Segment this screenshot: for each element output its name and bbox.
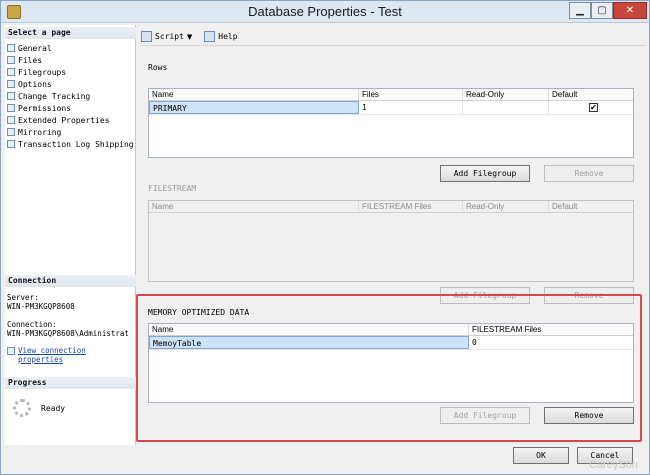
nav-item-change-tracking[interactable]: Change Tracking (7, 90, 136, 102)
nav-item-label: Filegroups (18, 67, 67, 77)
nav-item-filegroups[interactable]: Filegroups (7, 66, 136, 78)
page-icon (7, 68, 15, 76)
connection-value: WIN-PM3KGQP8608\Administrat (7, 329, 129, 338)
select-page-heading: Select a page (5, 27, 136, 39)
watermark: CareySon (589, 459, 638, 471)
content-area: Rows Name Files Read-Only Default PRIMAR… (141, 51, 646, 441)
database-properties-window: Database Properties - Test ▁ ▢ ✕ Select … (0, 0, 650, 475)
page-icon (7, 104, 15, 112)
toolbar: Script ▼ Help (141, 28, 646, 46)
filestream-add-filegroup-button[interactable]: Add Filegroup (440, 287, 530, 304)
column-header: FILESTREAM Files (359, 201, 463, 212)
server-value: WIN-PM3KGQP8608 (7, 302, 75, 311)
filestream-section-label: FILESTREAM (148, 184, 197, 193)
nav-item-label: Permissions (18, 103, 71, 113)
column-header: Default (552, 90, 578, 99)
connection-properties-icon (7, 347, 15, 355)
minimize-button[interactable]: ▁ (569, 2, 591, 19)
memory-grid-header: Name FILESTREAM Files (149, 324, 633, 336)
rows-grid[interactable]: Name Files Read-Only Default PRIMARY 1 ✔ (148, 88, 634, 158)
nav-item-label: Files (18, 55, 43, 65)
nav-item-mirroring[interactable]: Mirroring (7, 126, 136, 138)
view-link-line2[interactable]: properties (18, 355, 86, 364)
filestream-grid[interactable]: Name FILESTREAM Files Read-Only Default (148, 200, 634, 282)
rows-grid-header: Name Files Read-Only Default (149, 89, 633, 101)
script-label: Script (155, 32, 184, 41)
nav-item-general[interactable]: General (7, 42, 136, 54)
progress-heading: Progress (5, 377, 136, 389)
column-header: Name (149, 201, 359, 212)
connection-info: Server: WIN-PM3KGQP8608 Connection: WIN-… (7, 293, 136, 364)
view-connection-properties-link[interactable]: View connection properties (7, 346, 136, 364)
default-cell[interactable]: ✔ (549, 101, 633, 114)
left-panel: Select a page General Files Filegroups O… (5, 25, 136, 445)
nav-item-label: Mirroring (18, 127, 62, 137)
table-row[interactable]: PRIMARY 1 ✔ (149, 101, 633, 115)
page-icon (7, 56, 15, 64)
nav-item-transaction-log-shipping[interactable]: Transaction Log Shipping (7, 138, 136, 150)
memory-remove-button[interactable]: Remove (544, 407, 634, 424)
column-header: FILESTREAM Files (472, 325, 542, 334)
page-icon (7, 140, 15, 148)
script-button[interactable]: Script ▼ (141, 31, 196, 42)
view-link-line1[interactable]: View connection (18, 346, 86, 355)
nav-item-label: Transaction Log Shipping (18, 139, 134, 149)
ok-button[interactable]: OK (513, 447, 569, 464)
memory-filegroup-name-cell[interactable]: MemoyTable (149, 336, 469, 349)
progress-status: Ready (41, 403, 66, 413)
memory-add-filegroup-button[interactable]: Add Filegroup (440, 407, 530, 424)
column-header: Default (552, 202, 578, 211)
filestream-grid-header: Name FILESTREAM Files Read-Only Default (149, 201, 633, 213)
column-header: Files (359, 89, 463, 100)
rows-remove-button[interactable]: Remove (544, 165, 634, 182)
page-icon (7, 128, 15, 136)
read-only-cell[interactable] (463, 101, 549, 114)
progress-status-row: Ready (13, 399, 65, 417)
nav-item-options[interactable]: Options (7, 78, 136, 90)
window-title: Database Properties - Test (248, 4, 402, 19)
page-icon (7, 92, 15, 100)
page-icon (7, 44, 15, 52)
progress-spinner-icon (13, 399, 31, 417)
rows-add-filegroup-button[interactable]: Add Filegroup (440, 165, 530, 182)
close-button[interactable]: ✕ (613, 2, 647, 19)
nav-item-label: Change Tracking (18, 91, 91, 101)
nav-item-extended-properties[interactable]: Extended Properties (7, 114, 136, 126)
help-icon (204, 31, 216, 42)
nav-item-label: Options (18, 79, 52, 89)
files-count-cell[interactable]: 1 (359, 101, 463, 114)
title-bar[interactable]: Database Properties - Test ▁ ▢ ✕ (1, 1, 649, 23)
table-row[interactable]: MemoyTable 0 (149, 336, 633, 350)
nav-item-label: General (18, 43, 52, 53)
help-button[interactable]: Help (204, 31, 238, 42)
memory-optimized-section-label: MEMORY OPTIMIZED DATA (148, 308, 250, 317)
page-icon (7, 80, 15, 88)
nav-item-files[interactable]: Files (7, 54, 136, 66)
column-header: Read-Only (463, 89, 549, 100)
column-header: Name (149, 324, 469, 335)
filestream-remove-button[interactable]: Remove (544, 287, 634, 304)
page-list: General Files Filegroups Options Change … (7, 42, 136, 150)
maximize-button[interactable]: ▢ (591, 2, 613, 19)
connection-heading: Connection (5, 275, 136, 287)
column-header: Name (149, 89, 359, 100)
default-checkbox[interactable]: ✔ (589, 103, 598, 112)
help-label: Help (218, 32, 238, 41)
nav-item-label: Extended Properties (18, 115, 110, 125)
nav-item-permissions[interactable]: Permissions (7, 102, 136, 114)
column-header: Read-Only (463, 201, 549, 212)
memory-files-count-cell[interactable]: 0 (469, 336, 633, 349)
rows-section-label: Rows (148, 63, 168, 72)
script-icon (141, 31, 152, 42)
connection-label: Connection: (7, 320, 57, 329)
filegroup-name-cell[interactable]: PRIMARY (149, 101, 359, 114)
server-label: Server: (7, 293, 39, 302)
chevron-down-icon[interactable]: ▼ (187, 33, 192, 41)
memory-optimized-grid[interactable]: Name FILESTREAM Files MemoyTable 0 (148, 323, 634, 403)
page-icon (7, 116, 15, 124)
